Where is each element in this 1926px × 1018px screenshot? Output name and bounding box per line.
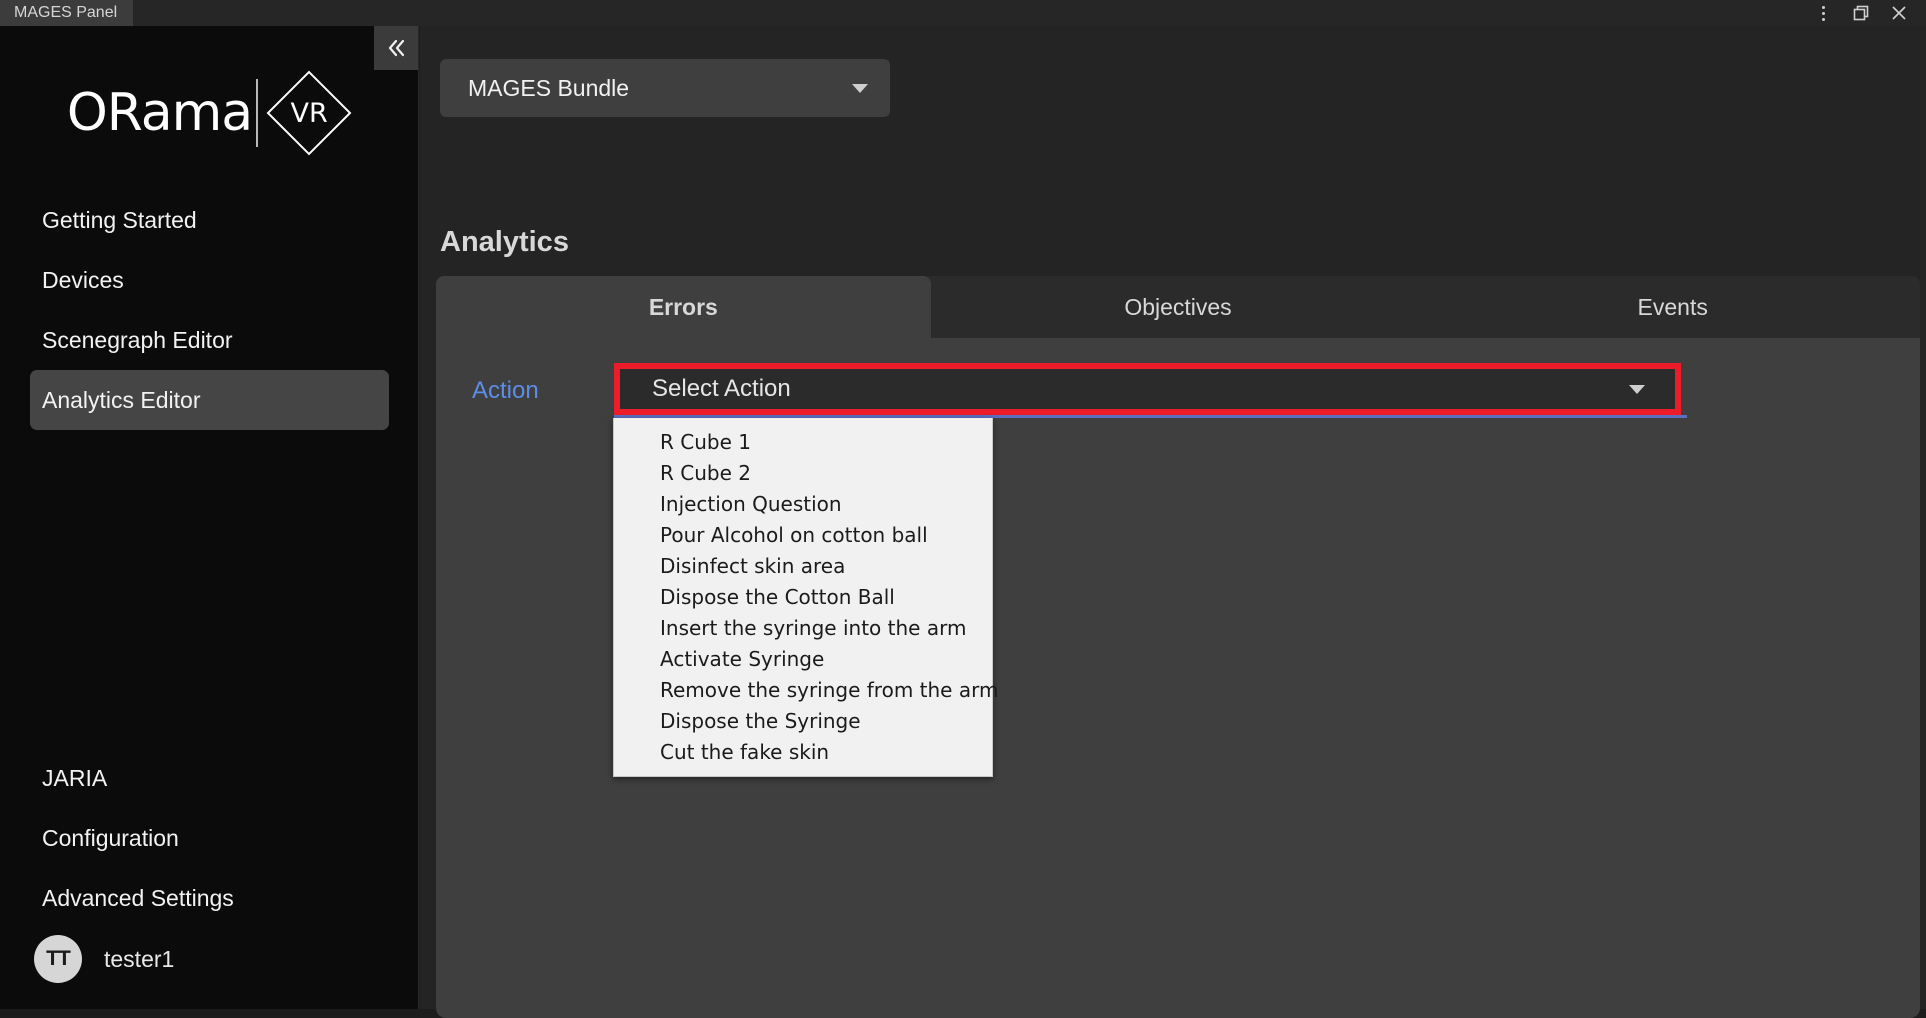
list-item[interactable]: Injection Question bbox=[614, 488, 992, 519]
sidebar-item-label: Getting Started bbox=[42, 207, 197, 234]
action-select-wrapper: Select Action bbox=[614, 363, 1681, 421]
tab-label: Events bbox=[1638, 294, 1708, 321]
avatar: TT bbox=[34, 935, 82, 983]
sidebar-nav-primary: Getting Started Devices Scenegraph Edito… bbox=[0, 190, 419, 430]
analytics-tab-bar: Errors Objectives Events bbox=[436, 276, 1920, 338]
list-item[interactable]: Dispose the Cotton Ball bbox=[614, 581, 992, 612]
menu-item-label: Dispose the Cotton Ball bbox=[660, 585, 895, 609]
bundle-select-dropdown[interactable]: MAGES Bundle bbox=[440, 59, 890, 117]
close-window-icon[interactable] bbox=[1880, 0, 1918, 26]
logo-diamond-badge: VR bbox=[266, 70, 352, 156]
menu-item-label: Disinfect skin area bbox=[660, 554, 845, 578]
sidebar-item-scenegraph-editor[interactable]: Scenegraph Editor bbox=[30, 310, 389, 370]
logo-divider bbox=[256, 79, 258, 147]
overflow-menu-icon[interactable] bbox=[1804, 0, 1842, 26]
user-account-row[interactable]: TT tester1 bbox=[34, 935, 174, 983]
sidebar: ORama VR Getting Started Devices Scenegr… bbox=[0, 26, 419, 1009]
sidebar-item-analytics-editor[interactable]: Analytics Editor bbox=[30, 370, 389, 430]
tab-errors[interactable]: Errors bbox=[436, 276, 931, 338]
window-controls bbox=[1804, 0, 1926, 26]
main-content: MAGES Bundle Analytics Errors Objectives… bbox=[420, 26, 1926, 1009]
sidebar-item-devices[interactable]: Devices bbox=[30, 250, 389, 310]
sidebar-item-label: Advanced Settings bbox=[42, 885, 234, 912]
chevron-double-left-glyph bbox=[381, 33, 411, 63]
kebab-dots bbox=[1822, 6, 1825, 21]
tab-label: Errors bbox=[649, 294, 718, 321]
errors-tab-panel: Action Select Action R Cube 1 R Cube 2 I… bbox=[436, 338, 1920, 1018]
tab-label: Objectives bbox=[1124, 294, 1231, 321]
sidebar-item-getting-started[interactable]: Getting Started bbox=[30, 190, 389, 250]
list-item[interactable]: Activate Syringe bbox=[614, 643, 992, 674]
action-field-label: Action bbox=[472, 377, 539, 405]
sidebar-nav-secondary: JARIA Configuration Advanced Settings bbox=[0, 748, 419, 928]
menu-item-label: Remove the syringe from the arm bbox=[660, 678, 998, 702]
title-bar-spacer bbox=[133, 0, 1804, 26]
menu-item-label: Insert the syringe into the arm bbox=[660, 616, 966, 640]
window-tab-mages-panel[interactable]: MAGES Panel bbox=[0, 0, 133, 26]
chevron-down-icon bbox=[852, 84, 868, 93]
action-select-value: Select Action bbox=[652, 375, 1629, 403]
restore-window-icon[interactable] bbox=[1842, 0, 1880, 26]
avatar-initials: TT bbox=[46, 947, 70, 971]
tab-events[interactable]: Events bbox=[1425, 276, 1920, 338]
sidebar-item-label: Devices bbox=[42, 267, 124, 294]
chevron-double-left-icon[interactable] bbox=[374, 26, 418, 70]
sidebar-item-label: JARIA bbox=[42, 765, 107, 792]
list-item[interactable]: R Cube 1 bbox=[614, 426, 992, 457]
menu-item-label: R Cube 1 bbox=[660, 430, 751, 454]
list-item[interactable]: Cut the fake skin bbox=[614, 736, 992, 767]
window-tab-label: MAGES Panel bbox=[14, 4, 117, 22]
list-item[interactable]: R Cube 2 bbox=[614, 457, 992, 488]
menu-item-label: R Cube 2 bbox=[660, 461, 751, 485]
page-title: Analytics bbox=[440, 226, 569, 259]
sidebar-item-label: Scenegraph Editor bbox=[42, 327, 233, 354]
action-select-dropdown[interactable]: Select Action bbox=[626, 375, 1669, 403]
list-item[interactable]: Remove the syringe from the arm bbox=[614, 674, 992, 705]
sidebar-item-configuration[interactable]: Configuration bbox=[30, 808, 389, 868]
tab-objectives[interactable]: Objectives bbox=[931, 276, 1426, 338]
logo-badge-text: VR bbox=[291, 98, 328, 129]
close-glyph bbox=[1890, 4, 1908, 22]
action-select-highlight-box: Select Action bbox=[614, 363, 1681, 415]
window-title-bar: MAGES Panel bbox=[0, 0, 1926, 26]
action-options-menu: R Cube 1 R Cube 2 Injection Question Pou… bbox=[613, 418, 993, 777]
sidebar-item-label: Analytics Editor bbox=[42, 387, 201, 414]
list-item[interactable]: Insert the syringe into the arm bbox=[614, 612, 992, 643]
sidebar-item-label: Configuration bbox=[42, 825, 179, 852]
orama-vr-logo: ORama VR bbox=[0, 68, 419, 158]
sidebar-item-advanced-settings[interactable]: Advanced Settings bbox=[30, 868, 389, 928]
logo-wordmark: ORama bbox=[67, 83, 252, 143]
chevron-down-icon bbox=[1629, 385, 1645, 394]
menu-item-label: Injection Question bbox=[660, 492, 842, 516]
list-item[interactable]: Dispose the Syringe bbox=[614, 705, 992, 736]
bundle-select-value: MAGES Bundle bbox=[468, 75, 852, 102]
menu-item-label: Dispose the Syringe bbox=[660, 709, 861, 733]
list-item[interactable]: Disinfect skin area bbox=[614, 550, 992, 581]
menu-item-label: Activate Syringe bbox=[660, 647, 824, 671]
menu-item-label: Cut the fake skin bbox=[660, 740, 829, 764]
restore-glyph bbox=[1852, 4, 1870, 22]
list-item[interactable]: Pour Alcohol on cotton ball bbox=[614, 519, 992, 550]
menu-item-label: Pour Alcohol on cotton ball bbox=[660, 523, 928, 547]
user-name-label: tester1 bbox=[104, 946, 174, 973]
sidebar-item-jaria[interactable]: JARIA bbox=[30, 748, 389, 808]
